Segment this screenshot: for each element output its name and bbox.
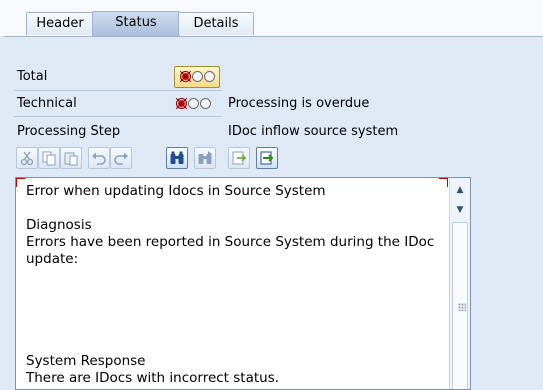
copy-button[interactable] [38,147,60,169]
tab-label: Details [193,16,239,31]
save-local-button[interactable] [228,147,250,169]
processing-step-value: IDoc inflow source system [228,124,399,139]
tab-header[interactable]: Header [26,12,94,35]
row-divider [14,90,222,91]
scroll-thumb[interactable] [452,222,468,389]
tab-label: Status [115,15,157,30]
tab-status[interactable]: Status [92,11,180,36]
total-status-lights-button[interactable] [174,66,220,88]
find-next-icon [198,151,212,164]
save-local-icon [232,151,247,165]
load-local-button[interactable] [256,147,278,169]
redo-button[interactable] [110,147,132,169]
scroll-down-icon[interactable]: ▼ [450,200,470,220]
tab-details[interactable]: Details [178,12,254,35]
cut-button[interactable] [16,147,38,169]
grip-icon [458,303,466,311]
green-lamp-icon [200,98,211,109]
red-lamp-icon [180,71,191,82]
total-label: Total [17,69,48,84]
message-text-area[interactable]: Error when updating Idocs in Source Syst… [15,177,471,390]
paste-icon [64,152,78,166]
scroll-up-icon[interactable]: ▲ [450,180,470,200]
technical-status-text: Processing is overdue [228,96,370,111]
binoculars-icon [170,151,184,164]
message-text: Error when updating Idocs in Source Syst… [26,183,435,386]
traffic-light-icon [180,71,215,82]
technical-label: Technical [17,96,77,111]
tab-panel-border [4,36,543,37]
technical-traffic-light-icon [176,98,211,109]
yellow-lamp-icon [192,71,203,82]
vertical-scrollbar[interactable]: ▲ ▼ [449,178,470,389]
row-divider [14,116,222,117]
corner-mark [16,178,25,187]
yellow-lamp-icon [188,98,199,109]
undo-button[interactable] [88,147,110,169]
processing-step-label: Processing Step [17,124,121,139]
cut-icon [20,151,34,166]
load-local-icon [260,151,274,165]
paste-button[interactable] [60,147,82,169]
tab-label: Header [36,16,84,31]
green-lamp-icon [204,71,215,82]
find-next-button[interactable] [194,147,216,169]
undo-icon [92,152,106,165]
find-button[interactable] [166,147,188,169]
corner-mark [439,178,448,187]
red-lamp-icon [176,98,187,109]
copy-icon [42,151,56,166]
redo-icon [114,152,128,165]
